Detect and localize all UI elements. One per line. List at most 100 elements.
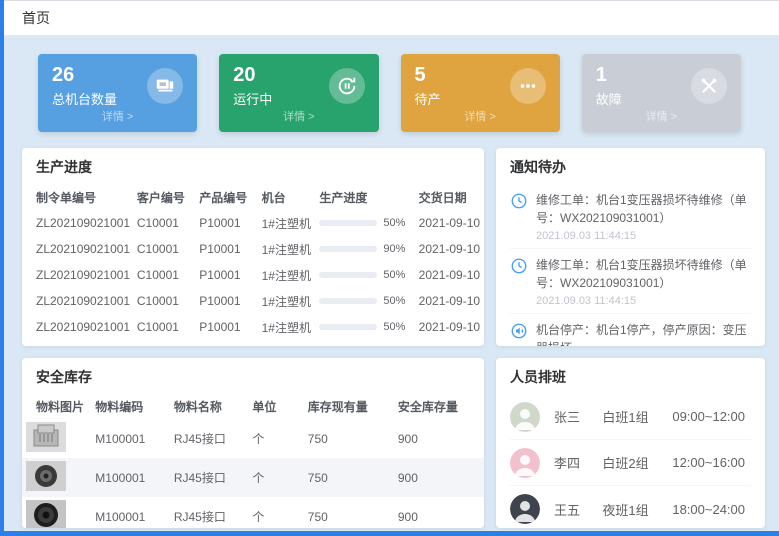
product-no: P10001	[195, 314, 257, 340]
progress-cell: 90%	[315, 236, 414, 262]
order-no: ZL202109021001	[22, 314, 133, 340]
material-name: RJ45接口	[170, 497, 249, 528]
stock-qty: 750	[304, 497, 394, 528]
notification-list: 维修工单：机台1变压器损坏待维修（单号：WX202109031001） 2021…	[496, 184, 765, 346]
progress-value: 50%	[383, 269, 405, 281]
staff-name: 张三	[554, 407, 602, 426]
detail-link[interactable]: 详情 >	[415, 108, 546, 126]
shift-name: 夜班1组	[602, 500, 672, 519]
customer-no: C10001	[133, 314, 195, 340]
progress-bar	[319, 246, 377, 252]
schedule-row: 王五 夜班1组 18:00~24:00	[510, 486, 751, 528]
column-header: 生产进度	[315, 184, 414, 210]
panel-title: 安全库存	[22, 358, 484, 394]
stat-value: 20	[233, 64, 272, 87]
stat-label: 待产	[415, 89, 441, 108]
stat-value: 5	[415, 64, 441, 87]
stat-label: 运行中	[233, 89, 272, 108]
column-header: 机台	[258, 184, 316, 210]
table-row: ZL202109021001 C10001 P10001 1#注塑机 50% 2…	[22, 262, 484, 288]
material-unit: 个	[248, 458, 303, 497]
clock-icon	[510, 257, 528, 307]
topbar: 首页	[4, 0, 779, 36]
machine-name: 1#注塑机	[258, 288, 316, 314]
product-no: P10001	[195, 210, 257, 236]
material-code: M100001	[91, 458, 170, 497]
progress-value: 50%	[383, 217, 405, 229]
column-header: 物料编码	[91, 394, 170, 419]
notification-item[interactable]: 维修工单：机台1变压器损坏待维修（单号：WX202109031001） 2021…	[510, 249, 751, 314]
stat-label: 故障	[596, 89, 622, 108]
shift-name: 白班1组	[602, 407, 672, 426]
stat-card-body: 1 故障	[596, 64, 727, 108]
column-header: 交货日期	[415, 184, 484, 210]
customer-no: C10001	[133, 210, 195, 236]
safety-qty: 900	[394, 419, 484, 458]
stat-card-pending[interactable]: 5 待产 详情 >	[401, 54, 560, 132]
panel-title: 生产进度	[22, 148, 484, 184]
table-row: M100001 RJ45接口 个 750 900	[22, 497, 484, 528]
avatar	[510, 448, 540, 478]
notification-time: 2021.09.03 11:44:15	[536, 230, 751, 242]
stat-card-running[interactable]: 20 运行中 详情 >	[219, 54, 378, 132]
material-code: M100001	[91, 497, 170, 528]
progress-value: 50%	[383, 295, 405, 307]
notifications-panel: 通知待办 维修工单：机台1变压器损坏待维修（单号：WX202109031001）…	[496, 148, 765, 346]
safety-qty: 900	[394, 497, 484, 528]
customer-no: C10001	[133, 236, 195, 262]
product-no: P10001	[195, 288, 257, 314]
machine-name: 1#注塑机	[258, 236, 316, 262]
table-row: ZL202109021001 C10001 P10001 1#注塑机 90% 2…	[22, 236, 484, 262]
detail-link[interactable]: 详情 >	[52, 108, 183, 126]
stat-cards: 26 总机台数量 详情 > 20 运行中 详情 >	[38, 54, 741, 132]
progress-cell: 50%	[315, 210, 414, 236]
material-code: M100001	[91, 419, 170, 458]
column-header: 库存现有量	[304, 394, 394, 419]
machine-name: 1#注塑机	[258, 314, 316, 340]
panel-title: 人员排班	[496, 358, 765, 394]
notification-text: 维修工单：机台1变压器损坏待维修（单号：WX202109031001）	[536, 193, 747, 225]
dashboard: 首页 26 总机台数量 详情 > 20 运行中	[0, 0, 779, 536]
tab-home[interactable]: 首页	[22, 8, 50, 28]
order-no: ZL202109021001	[22, 262, 133, 288]
stat-card-body: 5 待产	[415, 64, 546, 108]
machine-name: 1#注塑机	[258, 262, 316, 288]
notification-text: 维修工单：机台1变压器损坏待维修（单号：WX202109031001）	[536, 258, 747, 290]
stat-card-total-machines[interactable]: 26 总机台数量 详情 >	[38, 54, 197, 132]
product-no: P10001	[195, 262, 257, 288]
schedule-row: 张三 白班1组 09:00~12:00	[510, 394, 751, 440]
safety-qty: 900	[394, 458, 484, 497]
material-name: RJ45接口	[170, 419, 249, 458]
shift-time: 18:00~24:00	[672, 502, 751, 517]
column-header: 安全库存量	[394, 394, 484, 419]
column-header: 客户编号	[133, 184, 195, 210]
progress-bar	[319, 220, 377, 226]
ellipsis-icon	[510, 68, 546, 104]
production-progress-panel: 生产进度 制令单编号 客户编号 产品编号 机台 生产进度 交货日期 ZL2021	[22, 148, 484, 346]
notification-time: 2021.09.03 11:44:15	[536, 295, 751, 307]
detail-link[interactable]: 详情 >	[596, 108, 727, 126]
column-header: 物料名称	[170, 394, 249, 419]
notification-item[interactable]: 机台停产：机台1停产，停产原因：变压器损坏	[510, 314, 751, 346]
table-row: ZL202109021001 C10001 P10001 1#注塑机 50% 2…	[22, 210, 484, 236]
detail-link[interactable]: 详情 >	[233, 108, 364, 126]
delivery-date: 2021-09-10	[415, 314, 484, 340]
material-image	[26, 422, 66, 452]
column-header: 单位	[248, 394, 303, 419]
stat-card-fault[interactable]: 1 故障 详情 >	[582, 54, 741, 132]
order-no: ZL202109021001	[22, 210, 133, 236]
notification-text: 机台停产：机台1停产，停产原因：变压器损坏	[536, 323, 747, 346]
machine-name: 1#注塑机	[258, 210, 316, 236]
staff-name: 李四	[554, 453, 602, 472]
shift-time: 12:00~16:00	[672, 455, 751, 470]
material-image	[26, 500, 66, 528]
progress-value: 90%	[383, 243, 405, 255]
panel-title: 通知待办	[496, 148, 765, 184]
notification-item[interactable]: 维修工单：机台1变压器损坏待维修（单号：WX202109031001） 2021…	[510, 184, 751, 249]
material-name: RJ45接口	[170, 458, 249, 497]
material-image-cell	[22, 497, 91, 528]
progress-value: 50%	[383, 321, 405, 333]
delivery-date: 2021-09-10	[415, 236, 484, 262]
shift-name: 白班2组	[602, 453, 672, 472]
stat-card-body: 20 运行中	[233, 64, 364, 108]
